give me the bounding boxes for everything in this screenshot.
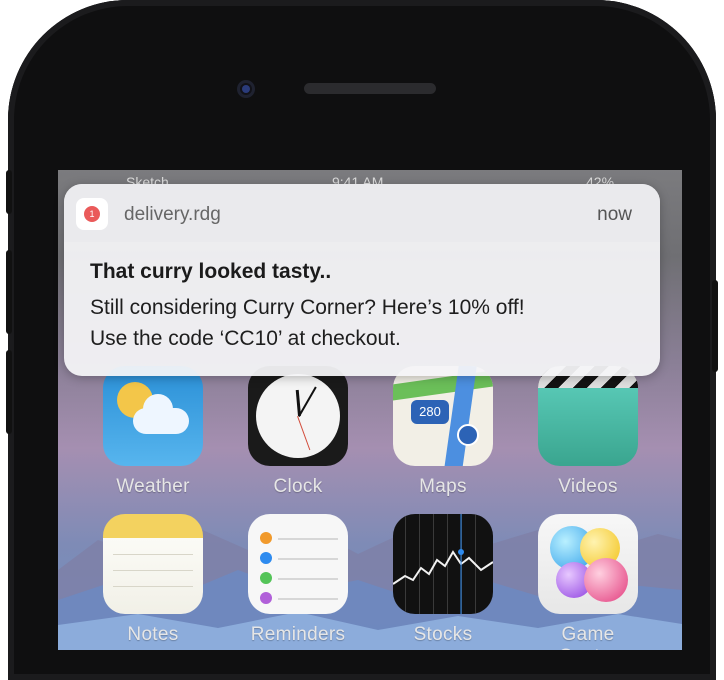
app-label-videos: Videos xyxy=(558,476,618,497)
notes-icon xyxy=(103,514,203,614)
bubble-pink xyxy=(584,558,628,602)
app-clock[interactable]: Clock xyxy=(248,366,348,498)
game-center-icon xyxy=(538,514,638,614)
app-maps[interactable]: 280 Maps xyxy=(393,366,493,498)
reminder-line xyxy=(278,558,338,560)
maps-interstate-shield: 280 xyxy=(411,400,449,424)
app-notes[interactable]: Notes xyxy=(103,514,203,646)
reminder-line xyxy=(278,578,338,580)
notification-time: now xyxy=(597,204,632,225)
notification-app-name: delivery.rdg xyxy=(124,204,221,225)
app-label-reminders: Reminders xyxy=(250,624,346,645)
maps-icon: 280 xyxy=(393,366,493,466)
reminder-dot-orange xyxy=(260,532,272,544)
app-label-notes: Notes xyxy=(127,624,179,645)
earpiece-speaker xyxy=(304,83,436,94)
side-button-right xyxy=(712,280,718,372)
side-button-left-2 xyxy=(6,250,12,334)
app-reminders[interactable]: Reminders xyxy=(248,514,348,646)
app-label-game-center: Game Center xyxy=(559,624,618,650)
notes-line xyxy=(113,554,193,555)
delivery-app-icon: 1 xyxy=(76,198,108,230)
notification-title: That curry looked tasty.. xyxy=(90,260,332,283)
videos-icon xyxy=(538,366,638,466)
app-game-center[interactable]: Game Center xyxy=(538,514,638,650)
push-notification[interactable]: 1 delivery.rdg now That curry looked tas… xyxy=(64,184,660,376)
app-label-weather: Weather xyxy=(116,476,190,497)
notification-body: Still considering Curry Corner? Here’s 1… xyxy=(90,292,640,354)
app-videos[interactable]: Videos xyxy=(538,366,638,498)
stocks-graph-line xyxy=(393,514,493,614)
clock-face xyxy=(256,374,340,458)
side-button-left-3 xyxy=(6,350,12,434)
maps-location-pin xyxy=(457,424,479,446)
reminder-line xyxy=(278,538,338,540)
clock-second-hand xyxy=(297,416,311,451)
notes-line xyxy=(113,570,193,571)
notification-header: 1 delivery.rdg now xyxy=(64,184,660,242)
notes-line xyxy=(113,586,193,587)
reminder-dot-purple xyxy=(260,592,272,604)
reminder-line xyxy=(278,598,338,600)
clock-icon xyxy=(248,366,348,466)
notification-body-line-2: Use the code ‘CC10’ at checkout. xyxy=(90,327,401,350)
notification-badge: 1 xyxy=(84,206,100,222)
reminder-dot-blue xyxy=(260,552,272,564)
side-button-left-1 xyxy=(6,170,12,214)
reminders-icon xyxy=(248,514,348,614)
app-label-maps: Maps xyxy=(419,476,467,497)
app-stocks[interactable]: Stocks xyxy=(393,514,493,646)
app-label-clock: Clock xyxy=(273,476,323,497)
reminder-dot-green xyxy=(260,572,272,584)
app-label-stocks: Stocks xyxy=(413,624,473,645)
stocks-icon xyxy=(393,514,493,614)
cloud-shape xyxy=(133,394,189,434)
notification-body-line-1: Still considering Curry Corner? Here’s 1… xyxy=(90,296,525,319)
weather-icon xyxy=(103,366,203,466)
app-weather[interactable]: Weather xyxy=(103,366,203,498)
clock-minute-hand xyxy=(298,386,317,417)
front-camera xyxy=(237,80,255,98)
